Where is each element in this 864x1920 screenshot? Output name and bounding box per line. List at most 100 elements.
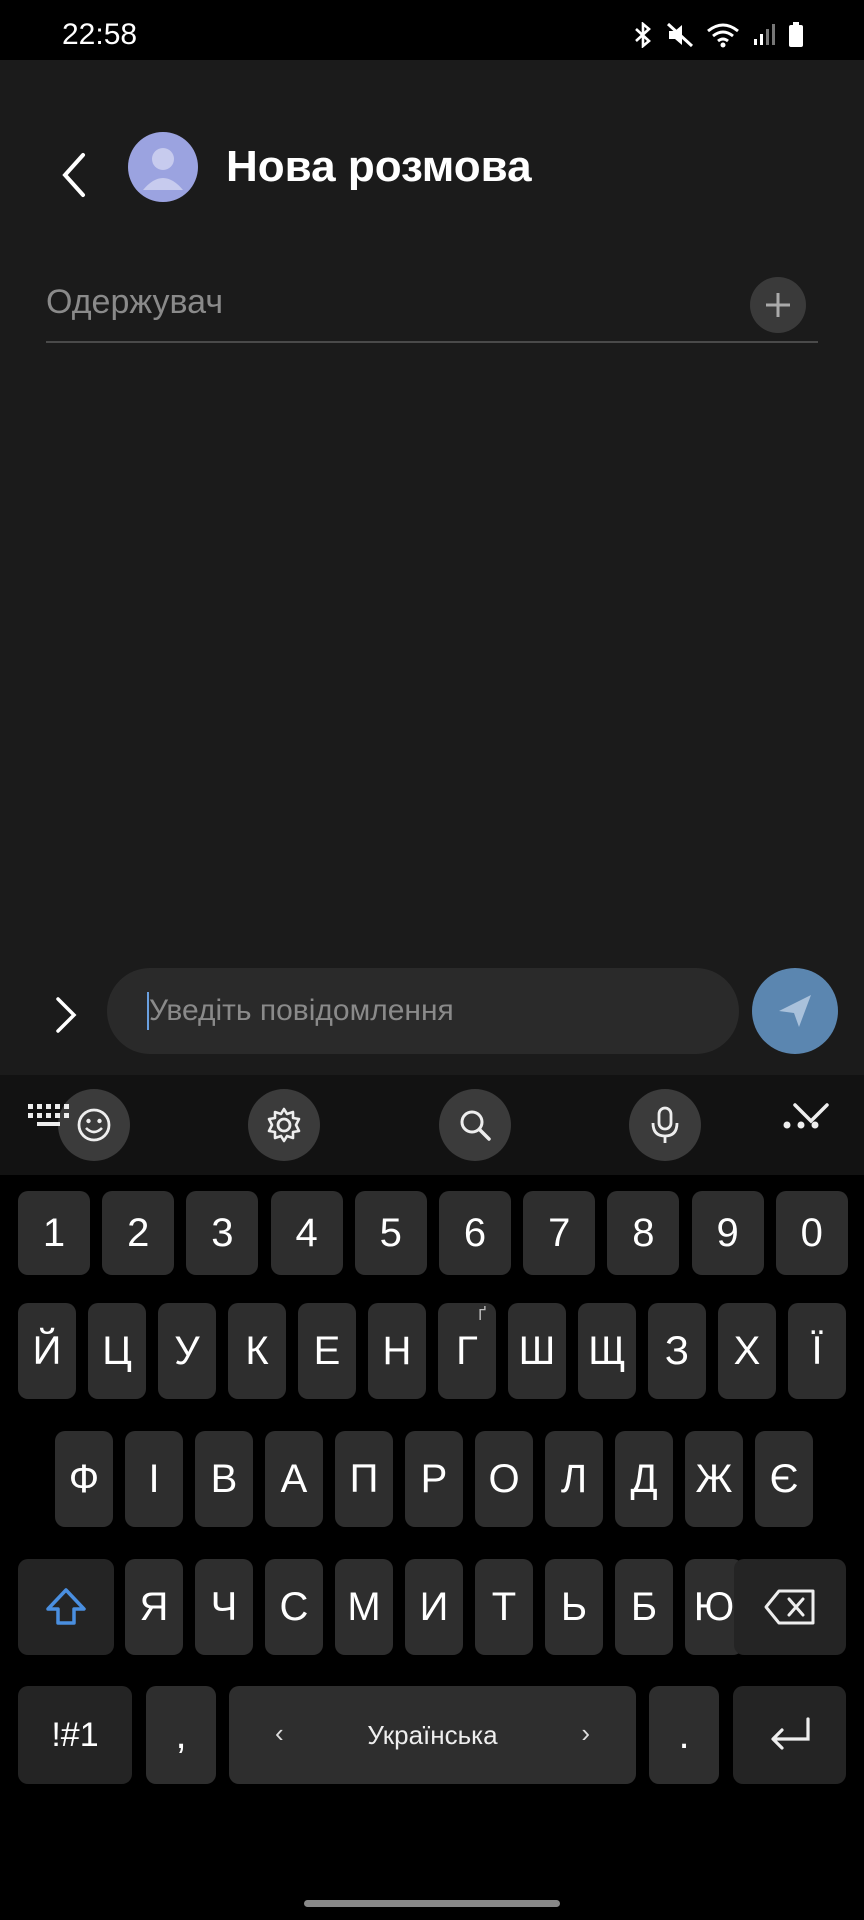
key-label: 0 (800, 1210, 823, 1255)
key[interactable]: Ь (545, 1559, 603, 1655)
hide-keyboard-button[interactable] (786, 1093, 836, 1133)
backspace-key[interactable] (734, 1559, 846, 1655)
key-label: М (347, 1584, 381, 1629)
key[interactable]: З (648, 1303, 706, 1399)
key[interactable]: Ш (508, 1303, 566, 1399)
backspace-icon (764, 1589, 815, 1625)
period-key[interactable]: . (649, 1686, 719, 1784)
message-input[interactable] (149, 986, 709, 1036)
key-label: Ь (560, 1584, 588, 1629)
key[interactable]: 9 (691, 1191, 764, 1275)
key[interactable]: 4 (270, 1191, 343, 1275)
avatar (128, 132, 198, 202)
key[interactable]: Б (615, 1559, 673, 1655)
expand-options-button[interactable] (46, 980, 86, 1050)
key-label: У (174, 1328, 200, 1373)
key-label: А (280, 1456, 308, 1501)
key[interactable]: С (265, 1559, 323, 1655)
settings-button[interactable] (248, 1089, 320, 1161)
key-label: Ж (695, 1456, 733, 1501)
search-icon (460, 1110, 491, 1141)
key[interactable]: Р (405, 1431, 463, 1527)
key[interactable]: Д (615, 1431, 673, 1527)
emoji-icon (77, 1108, 111, 1142)
recipient-row (46, 265, 818, 343)
voice-input-button[interactable] (629, 1089, 701, 1161)
mute-icon (666, 22, 694, 48)
back-button[interactable] (52, 145, 96, 205)
key-label: Л (560, 1456, 588, 1501)
comma-key-label: , (175, 1712, 187, 1757)
gear-icon (267, 1107, 301, 1143)
key[interactable]: В (195, 1431, 253, 1527)
key[interactable]: Н (368, 1303, 426, 1399)
shift-key[interactable] (18, 1559, 114, 1655)
recipient-input[interactable] (46, 277, 726, 327)
keyboard-switch-button[interactable] (24, 1095, 74, 1135)
key-label: Г (456, 1328, 478, 1373)
key[interactable]: Х (718, 1303, 776, 1399)
symbols-key[interactable]: !#1 (18, 1686, 132, 1784)
key-label: Ч (210, 1584, 238, 1629)
keyboard-toolbar (0, 1075, 864, 1175)
status-bar: 22:58 (0, 0, 864, 60)
home-indicator[interactable] (304, 1900, 560, 1907)
back-arrow-icon (62, 153, 85, 197)
chevron-right-icon (56, 997, 77, 1033)
comma-key[interactable]: , (146, 1686, 216, 1784)
key[interactable]: Л (545, 1431, 603, 1527)
key[interactable]: 3 (186, 1191, 259, 1275)
key[interactable]: А (265, 1431, 323, 1527)
key[interactable]: Є (755, 1431, 813, 1527)
key[interactable]: У (158, 1303, 216, 1399)
chevron-down-icon (793, 1103, 829, 1124)
key[interactable]: Я (125, 1559, 183, 1655)
key[interactable]: К (228, 1303, 286, 1399)
add-recipient-button[interactable] (750, 277, 806, 333)
key[interactable]: Щ (578, 1303, 636, 1399)
send-button[interactable] (752, 968, 838, 1054)
key[interactable]: О (475, 1431, 533, 1527)
status-icons (632, 22, 804, 48)
key[interactable]: И (405, 1559, 463, 1655)
key[interactable]: Ч (195, 1559, 253, 1655)
key[interactable]: П (335, 1431, 393, 1527)
key-label: Я (139, 1584, 169, 1629)
key-label: 4 (295, 1210, 318, 1255)
key[interactable]: Ї (788, 1303, 846, 1399)
key[interactable]: Ф (55, 1431, 113, 1527)
key[interactable]: 2 (102, 1191, 175, 1275)
key[interactable]: Й (18, 1303, 76, 1399)
key[interactable]: І (125, 1431, 183, 1527)
key-label: И (419, 1584, 449, 1629)
person-icon (143, 148, 183, 190)
key[interactable]: 6 (439, 1191, 511, 1275)
key[interactable]: 5 (354, 1191, 427, 1275)
space-key[interactable]: ‹ Українська › (229, 1686, 636, 1784)
key[interactable]: 7 (523, 1191, 596, 1275)
key-label: П (349, 1456, 379, 1501)
key[interactable]: 0 (775, 1191, 848, 1275)
key[interactable]: 1 (18, 1191, 90, 1275)
key[interactable]: Е (298, 1303, 356, 1399)
key[interactable]: Ж (685, 1431, 743, 1527)
key[interactable]: Ц (88, 1303, 146, 1399)
space-key-label: Українська (367, 1719, 498, 1750)
enter-key[interactable] (733, 1686, 846, 1784)
key[interactable]: Т (475, 1559, 533, 1655)
send-icon (779, 995, 811, 1027)
key-label: Н (382, 1328, 412, 1373)
key-label: К (245, 1328, 269, 1373)
search-button[interactable] (439, 1089, 511, 1161)
key[interactable]: ГҐ (438, 1303, 496, 1399)
key-label: 3 (211, 1210, 234, 1255)
battery-icon (788, 22, 804, 48)
key[interactable]: М (335, 1559, 393, 1655)
key-label: 9 (716, 1210, 739, 1255)
symbols-key-label: !#1 (51, 1715, 99, 1754)
key[interactable]: 8 (607, 1191, 680, 1275)
key-label: Щ (588, 1328, 626, 1373)
period-key-label: . (678, 1712, 690, 1757)
key-label: 7 (548, 1210, 571, 1255)
message-compose-box[interactable] (107, 968, 739, 1054)
